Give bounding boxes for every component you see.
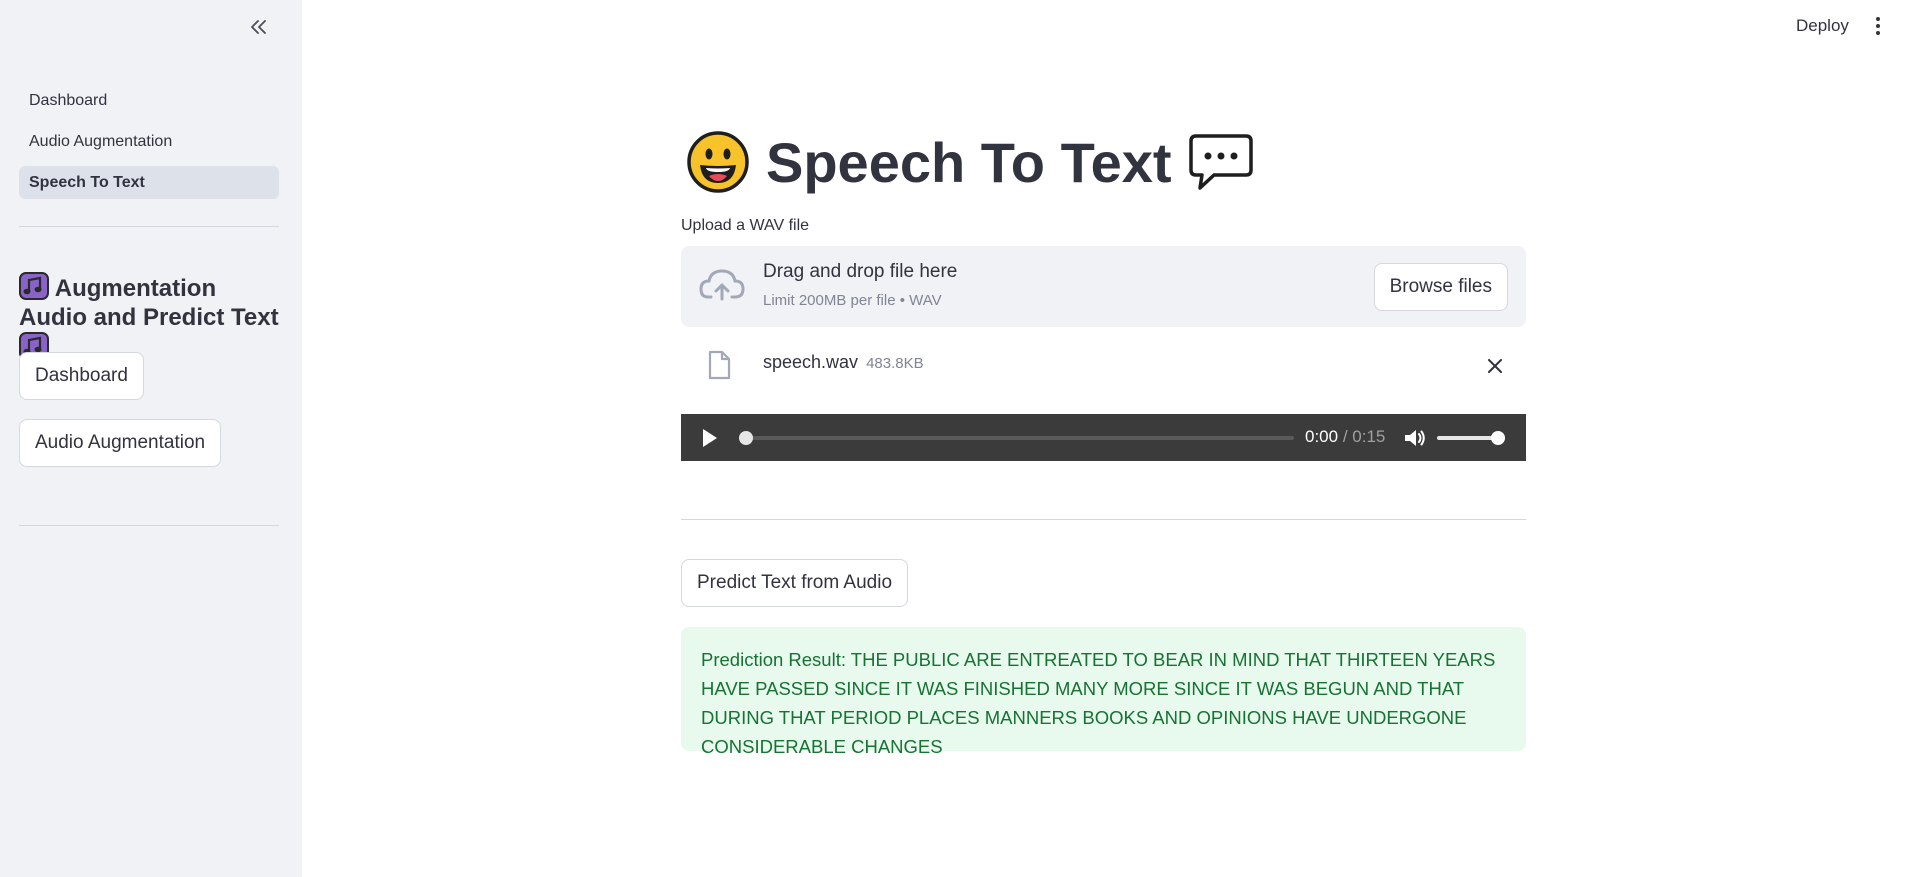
grinning-face-icon: [687, 131, 749, 193]
browse-files-button[interactable]: Browse files: [1373, 263, 1508, 311]
upload-label: Upload a WAV file: [681, 217, 810, 234]
dashboard-button[interactable]: Dashboard: [19, 352, 144, 400]
dropzone-limit: Limit 200MB per file • WAV: [763, 292, 942, 309]
prediction-result: Prediction Result: THE PUBLIC ARE ENTREA…: [681, 627, 1526, 757]
close-icon: [1488, 359, 1502, 373]
volume-icon[interactable]: [1403, 427, 1427, 449]
audio-duration: / 0:15: [1342, 427, 1386, 446]
sidebar-divider: [19, 226, 279, 227]
sidebar-heading: Augmentation Audio and Predict Text: [19, 272, 289, 363]
musical-note-icon: [19, 272, 49, 300]
predict-text-button[interactable]: Predict Text from Audio: [681, 559, 909, 607]
sidebar-divider: [19, 525, 279, 526]
audio-augmentation-button[interactable]: Audio Augmentation: [19, 419, 222, 467]
kebab-menu-icon[interactable]: [1866, 12, 1890, 40]
file-size: 483.8KB: [866, 355, 924, 372]
audio-progress-knob[interactable]: [739, 431, 753, 445]
audio-time: 0:00 / 0:15: [1305, 427, 1385, 447]
volume-knob[interactable]: [1491, 431, 1505, 445]
file-icon: [708, 350, 731, 380]
main-divider: [681, 519, 1526, 520]
uploaded-file: speech.wav 483.8KB: [681, 344, 1526, 388]
collapse-sidebar-icon: [251, 20, 266, 34]
volume-slider[interactable]: [1437, 431, 1505, 445]
play-icon[interactable]: [699, 427, 719, 449]
sidebar-nav: Dashboard Audio Augmentation Speech To T…: [19, 84, 279, 207]
sidebar-item-speech-to-text[interactable]: Speech To Text: [19, 166, 279, 199]
dropzone-instructions: Drag and drop file here: [763, 261, 958, 282]
audio-progress-slider[interactable]: [739, 431, 1294, 445]
collapse-sidebar-button[interactable]: [244, 14, 274, 40]
file-name: speech.wav 483.8KB: [763, 352, 924, 373]
speech-balloon-icon: [1188, 134, 1253, 190]
audio-current-time: 0:00: [1305, 427, 1339, 446]
audio-player: 0:00 / 0:15: [681, 414, 1526, 461]
page-title: Speech To Text: [686, 124, 1254, 200]
remove-file-button[interactable]: [1483, 354, 1507, 378]
sidebar-item-dashboard[interactable]: Dashboard: [19, 84, 279, 117]
sidebar: Dashboard Audio Augmentation Speech To T…: [0, 0, 302, 877]
page-title-text: Speech To Text: [766, 130, 1172, 194]
deploy-button[interactable]: Deploy: [1786, 12, 1859, 40]
file-dropzone[interactable]: Drag and drop file here Limit 200MB per …: [681, 246, 1526, 327]
sidebar-item-audio-augmentation[interactable]: Audio Augmentation: [19, 125, 279, 158]
cloud-upload-icon: [699, 269, 745, 301]
sidebar-heading-text: Augmentation Audio and Predict Text: [19, 275, 279, 331]
file-name-text: speech.wav: [763, 352, 859, 372]
